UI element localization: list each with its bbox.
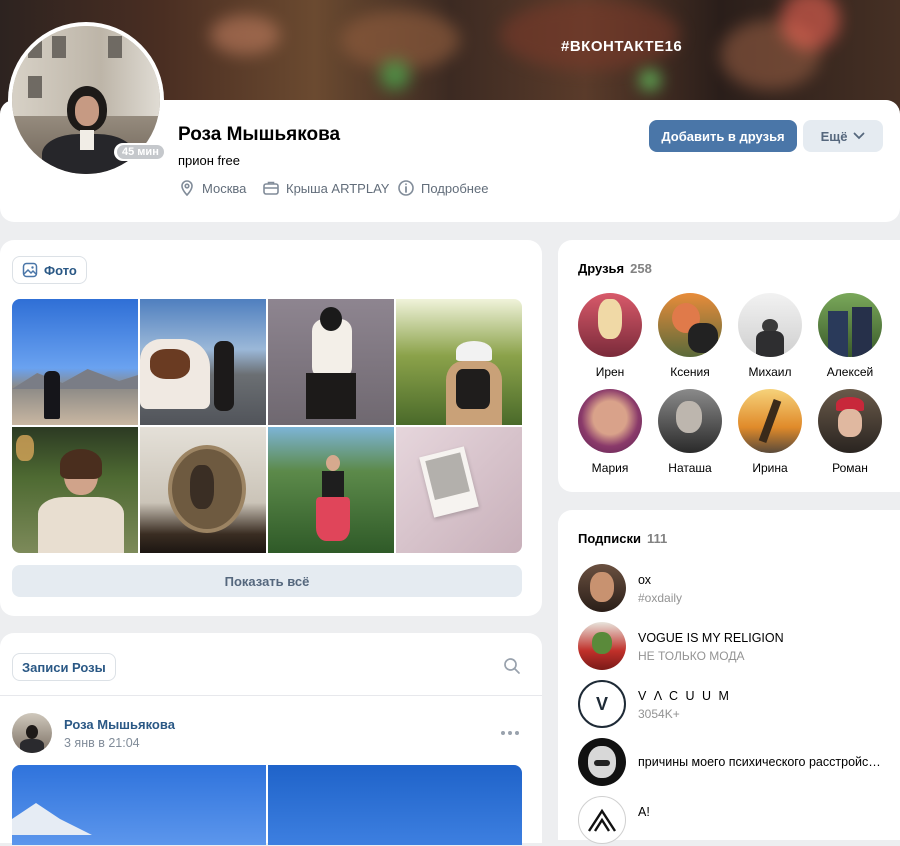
subscription-item[interactable]: ох #oxdaily <box>578 564 898 614</box>
friend-name: Наташа <box>668 461 712 475</box>
cover-hashtag: #ВКОНТАКТЕ16 <box>561 38 683 55</box>
photos-tab[interactable]: Фото <box>12 256 87 284</box>
subscription-avatar <box>578 796 626 844</box>
photo-horse[interactable] <box>140 299 266 425</box>
friend-item[interactable]: Михаил <box>730 293 810 379</box>
image-icon <box>22 262 38 278</box>
friend-item[interactable]: Ирен <box>570 293 650 379</box>
photo-portrait[interactable] <box>12 427 138 553</box>
subscriptions-title-label: Подписки <box>578 531 641 546</box>
post-author-name[interactable]: Роза Мышьякова <box>64 717 175 732</box>
divider <box>0 695 542 696</box>
subscription-avatar: V <box>578 680 626 728</box>
photo-cap[interactable] <box>396 299 522 425</box>
subscription-subtitle: #oxdaily <box>638 591 683 605</box>
profile-work-label: Крыша ARTPLAY <box>286 180 390 196</box>
posts-block: Записи Розы Роза Мышьякова 3 янв в 21:04 <box>0 633 542 845</box>
info-icon <box>398 180 414 196</box>
subscriptions-block: Подписки 111 ох #oxdaily VOGUE IS MY RELI… <box>558 510 900 844</box>
friend-name: Ирина <box>752 461 788 475</box>
friend-name: Мария <box>591 461 629 475</box>
profile-details-label: Подробнее <box>421 180 489 196</box>
more-button-label: Ещё <box>820 128 848 144</box>
friend-avatar <box>818 293 882 357</box>
friend-name: Ирен <box>595 365 625 379</box>
profile-city-label: Москва <box>202 180 247 196</box>
subscription-title: A! <box>638 805 650 819</box>
subscription-item[interactable]: V V Λ C U U M 3054K+ <box>578 680 898 730</box>
more-button[interactable]: Ещё <box>803 120 883 152</box>
photos-tab-label: Фото <box>44 262 77 278</box>
posts-tab[interactable]: Записи Розы <box>12 653 116 681</box>
friend-item[interactable]: Наташа <box>650 389 730 475</box>
profile-name: Роза Мышьякова <box>178 124 341 145</box>
friend-item[interactable]: Роман <box>810 389 890 475</box>
subscription-item[interactable]: VOGUE IS MY RELIGION НЕ ТОЛЬКО МОДА <box>578 622 898 672</box>
posts-tab-label: Записи Розы <box>22 659 106 675</box>
profile-status: прион free <box>178 153 240 168</box>
profile-details-link[interactable]: Подробнее <box>397 179 488 197</box>
friend-avatar <box>578 293 642 357</box>
subscription-item[interactable]: A! <box>578 796 898 846</box>
triangle-logo-icon <box>587 808 617 832</box>
friend-avatar <box>658 293 722 357</box>
photo-polaroid[interactable] <box>396 427 522 553</box>
subscriptions-count: 111 <box>646 531 668 546</box>
subscription-avatar <box>578 622 626 670</box>
photo-mountains[interactable] <box>12 299 138 425</box>
profile-work[interactable]: Крыша ARTPLAY <box>262 179 389 197</box>
location-icon <box>181 180 193 197</box>
subscription-avatar <box>578 738 626 786</box>
search-icon[interactable] <box>503 657 521 675</box>
subscription-subtitle: НЕ ТОЛЬКО МОДА <box>638 649 745 663</box>
friend-item[interactable]: Мария <box>570 389 650 475</box>
friends-title-label: Друзья <box>578 261 625 276</box>
friend-name: Роман <box>832 461 868 475</box>
subscription-title: причины моего психического расстройства <box>638 755 884 769</box>
add-friend-button[interactable]: Добавить в друзья <box>649 120 797 152</box>
subscriptions-title[interactable]: Подписки 111 <box>578 531 667 546</box>
friend-item[interactable]: Ксения <box>650 293 730 379</box>
friends-title[interactable]: Друзья 258 <box>578 261 652 276</box>
friends-count: 258 <box>630 261 652 276</box>
friend-item[interactable]: Ирина <box>730 389 810 475</box>
friend-avatar <box>658 389 722 453</box>
friend-avatar <box>818 389 882 453</box>
chevron-down-icon <box>854 132 865 140</box>
friend-avatar <box>738 389 802 453</box>
show-all-photos-button[interactable]: Показать всё <box>12 565 522 597</box>
friend-name: Михаил <box>748 365 792 379</box>
post-date[interactable]: 3 янв в 21:04 <box>64 736 140 750</box>
post-photo[interactable] <box>268 765 522 845</box>
photo-chair[interactable] <box>268 299 394 425</box>
friend-name: Ксения <box>670 365 710 379</box>
friend-avatar <box>578 389 642 453</box>
subscription-title: V Λ C U U M <box>638 689 731 703</box>
friend-item[interactable]: Алексей <box>810 293 890 379</box>
subscription-subtitle: 3054K+ <box>638 707 680 721</box>
subscription-avatar <box>578 564 626 612</box>
vacuum-logo: V <box>595 693 608 714</box>
post-photo[interactable] <box>12 765 266 845</box>
more-horizontal-icon[interactable] <box>500 730 520 736</box>
friend-avatar <box>738 293 802 357</box>
online-status-badge: 45 мин <box>114 143 167 161</box>
photo-mirror[interactable] <box>140 427 266 553</box>
photo-grid <box>12 299 522 553</box>
subscription-title: VOGUE IS MY RELIGION <box>638 631 784 645</box>
post-author-avatar[interactable] <box>12 713 52 753</box>
briefcase-icon <box>263 181 279 195</box>
photo-garden[interactable] <box>268 427 394 553</box>
friend-name: Алексей <box>826 365 874 379</box>
profile-city[interactable]: Москва <box>178 179 246 197</box>
photos-block: Фото Показать всё <box>0 240 542 616</box>
subscription-title: ох <box>638 573 652 587</box>
subscription-item[interactable]: причины моего психического расстройства <box>578 738 898 788</box>
